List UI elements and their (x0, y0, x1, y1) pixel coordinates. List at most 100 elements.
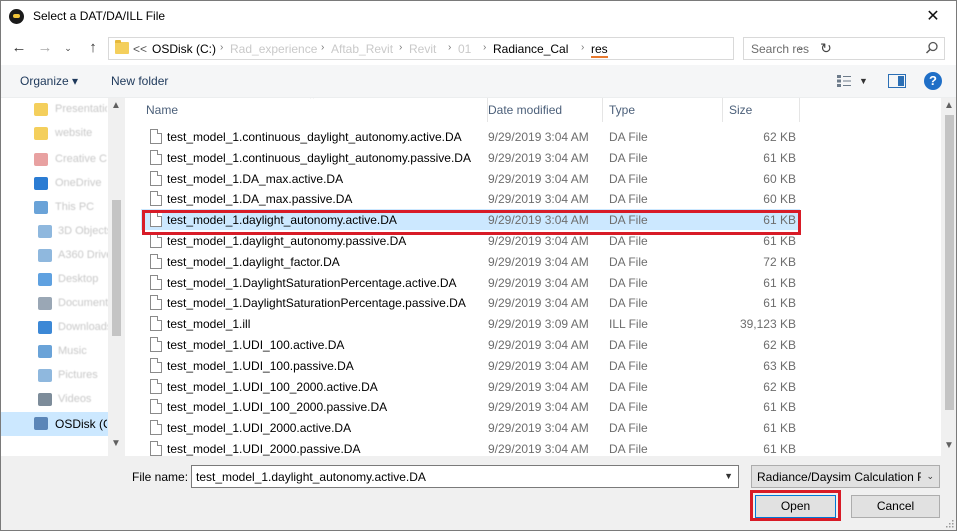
desktop-icon (38, 273, 52, 286)
downloads-icon (38, 321, 52, 334)
view-options-icon[interactable] (836, 74, 852, 88)
resize-grip-icon[interactable] (944, 518, 954, 528)
file-icon (150, 170, 162, 186)
breadcrumb-osdisk[interactable]: OSDisk (C:) (152, 42, 216, 56)
nav-item[interactable]: Presentation (1, 98, 108, 122)
file-name: test_model_1.UDI_100_2000.passive.DA (167, 400, 388, 415)
organize-button[interactable]: Organize ▾ (20, 74, 78, 88)
file-row[interactable]: test_model_1.daylight_factor.DA 9/29/2019… (141, 251, 800, 272)
nav-item-label: OneDrive (55, 177, 102, 189)
breadcrumb-aftab-revit[interactable]: Aftab_Revit (331, 42, 393, 56)
chevron-right-icon: › (321, 42, 325, 53)
file-row[interactable]: test_model_1.UDI_100_2000.active.DA 9/29/… (141, 376, 800, 397)
file-date-modified: 9/29/2019 3:04 AM (488, 234, 589, 248)
nav-item[interactable]: website (1, 122, 108, 146)
file-icon (150, 129, 162, 144)
file-type: DA File (609, 254, 648, 269)
nav-item-label: Documents (58, 297, 110, 309)
recent-locations-button[interactable]: ⌄ (61, 39, 75, 57)
cancel-button[interactable]: Cancel (851, 495, 940, 518)
breadcrumb-overflow[interactable]: << (133, 42, 147, 56)
scroll-thumb[interactable] (945, 115, 954, 410)
scroll-down-icon[interactable]: ▼ (111, 438, 121, 449)
chevron-down-icon[interactable]: ▼ (724, 471, 733, 481)
nav-item[interactable]: A360 Drive (1, 244, 110, 268)
file-row[interactable]: test_model_1.DA_max.active.DA 9/29/2019 3… (141, 168, 800, 189)
nav-item[interactable]: Desktop (1, 268, 108, 292)
folder-icon (34, 127, 48, 140)
file-row[interactable]: test_model_1.continuous_daylight_autonom… (141, 126, 800, 147)
open-button[interactable]: Open (755, 495, 836, 518)
new-folder-button[interactable]: New folder (111, 74, 168, 88)
breadcrumb-revit[interactable]: Revit (409, 42, 436, 56)
nav-item[interactable]: OneDrive (1, 172, 108, 196)
file-row[interactable]: test_model_1.UDI_100_2000.passive.DA 9/29… (141, 396, 800, 417)
file-date-modified: 9/29/2019 3:09 AM (488, 317, 589, 332)
up-button[interactable]: ↑ (84, 39, 102, 57)
nav-item-label: Videos (58, 393, 92, 405)
file-list-scrollbar[interactable]: ▲ ▼ (941, 98, 956, 456)
column-name[interactable]: Name (141, 98, 488, 122)
file-size: 72 KB (763, 254, 796, 269)
file-row[interactable]: test_model_1.UDI_2000.active.DA 9/29/2019… (141, 417, 800, 438)
column-date-modified[interactable]: Date modified (488, 98, 603, 122)
column-size[interactable]: Size (723, 98, 800, 122)
nav-pane-scrollbar[interactable]: ▲ ▼ (108, 98, 125, 456)
scroll-thumb[interactable] (112, 200, 121, 336)
search-icon[interactable] (925, 41, 939, 55)
file-row[interactable]: test_model_1.continuous_daylight_autonom… (141, 147, 800, 168)
nav-item[interactable]: Downloads (1, 316, 110, 340)
file-row[interactable]: test_model_1.UDI_100.active.DA 9/29/2019 … (141, 334, 800, 355)
file-name: test_model_1.ill (167, 317, 251, 332)
scroll-down-icon[interactable]: ▼ (944, 440, 954, 451)
chevron-down-icon[interactable]: ▼ (859, 76, 868, 86)
chevron-down-icon[interactable]: ⌄ (926, 471, 934, 482)
nav-item[interactable]: Pictures (1, 364, 108, 388)
breadcrumb-01[interactable]: 01 (458, 42, 471, 56)
nav-item-label: Pictures (58, 369, 98, 381)
file-row[interactable]: test_model_1.DA_max.passive.DA 9/29/2019 … (141, 188, 800, 209)
close-button[interactable]: ✕ (910, 1, 956, 32)
folder-icon (34, 103, 48, 116)
file-name-label: File name: (132, 470, 189, 484)
scroll-up-icon[interactable]: ▲ (944, 100, 954, 111)
file-row[interactable]: test_model_1.DaylightSaturationPercentag… (141, 292, 800, 313)
preview-pane-icon[interactable] (888, 74, 906, 88)
disk-icon (34, 417, 48, 430)
breadcrumb-res[interactable]: res (591, 42, 608, 58)
nav-item[interactable]: Documents (1, 292, 110, 316)
file-name-value[interactable]: test_model_1.daylight_autonomy.active.DA (196, 470, 426, 484)
window-title: Select a DAT/DA/ILL File (33, 9, 166, 23)
column-type[interactable]: Type (603, 98, 723, 122)
search-box[interactable]: Search res (743, 37, 945, 60)
breadcrumb-radiance-cal[interactable]: Radiance_Cal (493, 42, 568, 56)
file-type-filter[interactable]: Radiance/Daysim Calculation F ⌄ (751, 465, 940, 488)
nav-item[interactable]: 3D Objects (1, 220, 110, 244)
file-date-modified: 9/29/2019 3:04 AM (488, 213, 589, 228)
file-row[interactable]: test_model_1.UDI_2000.passive.DA 9/29/201… (141, 438, 800, 456)
file-row[interactable]: test_model_1.daylight_autonomy.active.DA… (141, 209, 800, 231)
navigation-pane: Presentation website Creative Cloud OneDriv… (1, 98, 125, 456)
music-icon (38, 345, 52, 358)
search-input[interactable]: Search res (751, 42, 809, 56)
nav-item[interactable]: Music (1, 340, 108, 364)
file-row[interactable]: test_model_1.DaylightSaturationPercentag… (141, 272, 800, 293)
file-row[interactable]: test_model_1.UDI_100.passive.DA 9/29/2019… (141, 355, 800, 376)
nav-item[interactable]: Creative Cloud (1, 148, 108, 172)
nav-item[interactable]: Videos (1, 388, 108, 412)
file-size: 63 KB (763, 358, 796, 373)
file-row[interactable]: test_model_1.ill 9/29/2019 3:09 AM ILL Fil… (141, 313, 800, 334)
nav-item[interactable]: This PC (1, 196, 108, 220)
file-name-input[interactable]: test_model_1.daylight_autonomy.active.DA… (191, 465, 739, 488)
file-icon (150, 378, 162, 394)
breadcrumb-rad-experience[interactable]: Rad_experience (230, 42, 317, 56)
forward-button[interactable]: → (36, 39, 54, 57)
back-button[interactable]: ← (10, 39, 28, 57)
help-icon[interactable]: ? (924, 72, 942, 90)
file-date-modified: 9/29/2019 3:04 AM (488, 171, 589, 186)
file-row[interactable]: test_model_1.daylight_autonomy.passive.D… (141, 230, 800, 251)
address-bar[interactable]: << OSDisk (C:) › Rad_experience › Aftab_… (108, 37, 832, 60)
scroll-up-icon[interactable]: ▲ (111, 100, 121, 111)
nav-item[interactable]: OSDisk (C:) (1, 412, 108, 436)
file-type: DA File (609, 171, 648, 186)
